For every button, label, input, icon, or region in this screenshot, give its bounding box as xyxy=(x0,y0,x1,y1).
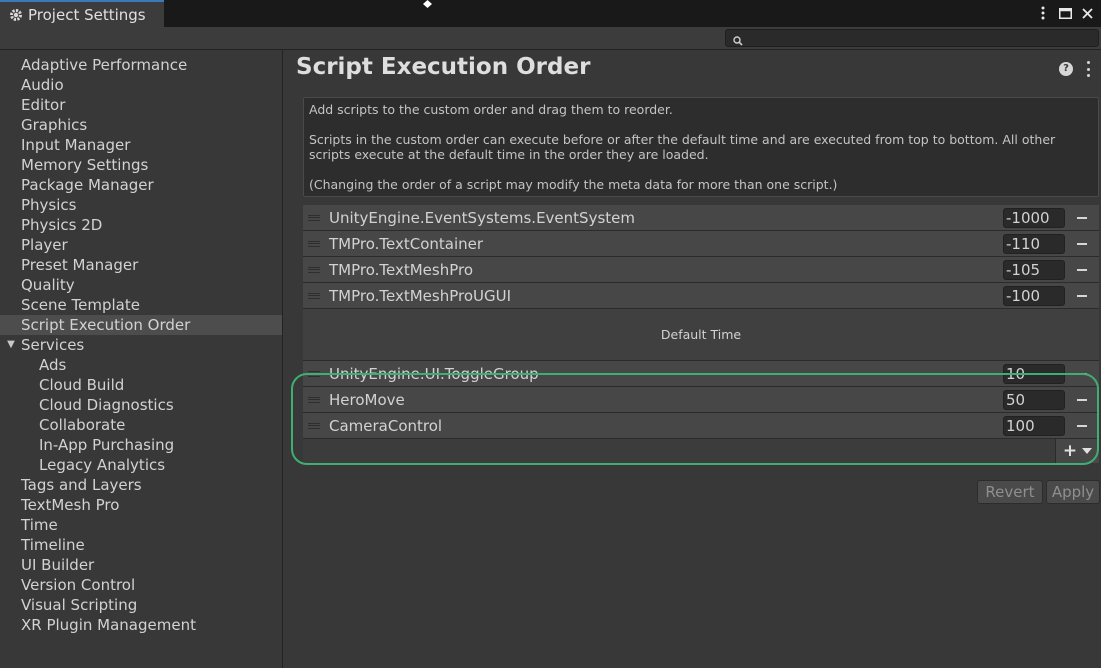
sidebar-item-quality[interactable]: Quality xyxy=(0,275,282,295)
order-field[interactable]: -110 xyxy=(1003,234,1065,254)
window-title: Project Settings xyxy=(28,5,146,24)
sidebar-item-script-execution-order[interactable]: Script Execution Order xyxy=(0,315,282,335)
sidebar-item-version-control[interactable]: Version Control xyxy=(0,575,282,595)
sidebar-item-label: Services xyxy=(21,336,85,354)
sidebar-item-legacy-analytics[interactable]: Legacy Analytics xyxy=(0,455,282,475)
drag-handle-icon[interactable] xyxy=(308,423,320,429)
help-text-line: Scripts in the custom order can execute … xyxy=(309,132,1056,162)
script-row[interactable]: TMPro.TextMeshPro -105 xyxy=(303,257,1099,283)
sidebar-item-cloud-diagnostics[interactable]: Cloud Diagnostics xyxy=(0,395,282,415)
script-name: TMPro.TextMeshProUGUI xyxy=(329,287,512,305)
sidebar-item-ui-builder[interactable]: UI Builder xyxy=(0,555,282,575)
script-name: TMPro.TextMeshPro xyxy=(329,261,474,279)
plus-icon: + xyxy=(1062,440,1078,461)
sidebar-item-physics[interactable]: Physics xyxy=(0,195,282,215)
list-footer: + xyxy=(303,439,1099,463)
order-field[interactable]: 50 xyxy=(1003,390,1065,410)
sidebar-item-adaptive-performance[interactable]: Adaptive Performance xyxy=(0,55,282,75)
sidebar-item-visual-scripting[interactable]: Visual Scripting xyxy=(0,595,282,615)
script-name: TMPro.TextContainer xyxy=(329,235,484,253)
sidebar-item-input-manager[interactable]: Input Manager xyxy=(0,135,282,155)
remove-icon[interactable] xyxy=(1075,283,1089,309)
help-icon[interactable]: ? xyxy=(1059,62,1073,76)
sidebar-item-time[interactable]: Time xyxy=(0,515,282,535)
sidebar-item-collaborate[interactable]: Collaborate xyxy=(0,415,282,435)
order-field[interactable]: -1000 xyxy=(1003,208,1065,228)
script-row[interactable]: TMPro.TextMeshProUGUI -100 xyxy=(303,283,1099,309)
window-tab[interactable]: Project Settings xyxy=(0,0,164,27)
sidebar-item-editor[interactable]: Editor xyxy=(0,95,282,115)
help-text-line: Add scripts to the custom order and drag… xyxy=(309,102,673,117)
script-row[interactable]: HeroMove 50 xyxy=(303,387,1099,413)
script-row[interactable]: TMPro.TextContainer -110 xyxy=(303,231,1099,257)
script-name: UnityEngine.UI.ToggleGroup xyxy=(329,365,539,383)
gear-icon xyxy=(8,7,24,23)
window-controls xyxy=(1035,3,1095,23)
kebab-menu-icon[interactable] xyxy=(1035,5,1051,21)
drag-handle-icon[interactable] xyxy=(308,397,320,403)
toolbar xyxy=(0,27,1101,50)
drag-handle-icon[interactable] xyxy=(308,267,320,273)
sidebar-item-services[interactable]: ▼ Services xyxy=(0,335,282,355)
script-row[interactable]: CameraControl 100 xyxy=(303,413,1099,439)
sidebar-item-timeline[interactable]: Timeline xyxy=(0,535,282,555)
sidebar-item-xr-plugin-management[interactable]: XR Plugin Management xyxy=(0,615,282,635)
default-time-row: Default Time xyxy=(303,309,1099,361)
sidebar-item-physics-2d[interactable]: Physics 2D xyxy=(0,215,282,235)
sidebar-item-ads[interactable]: Ads xyxy=(0,355,282,375)
sidebar-item-player[interactable]: Player xyxy=(0,235,282,255)
help-text-line: (Changing the order of a script may modi… xyxy=(309,177,838,192)
drag-handle-icon[interactable] xyxy=(308,293,320,299)
settings-sidebar: Adaptive Performance Audio Editor Graphi… xyxy=(0,50,283,668)
script-row[interactable]: UnityEngine.UI.ToggleGroup 10 xyxy=(303,361,1099,387)
search-icon xyxy=(732,32,744,46)
sidebar-item-graphics[interactable]: Graphics xyxy=(0,115,282,135)
sidebar-item-scene-template[interactable]: Scene Template xyxy=(0,295,282,315)
title-bar: Project Settings xyxy=(0,0,1101,27)
remove-icon[interactable] xyxy=(1075,413,1089,439)
order-field[interactable]: 100 xyxy=(1003,416,1065,436)
script-row[interactable]: UnityEngine.EventSystems.EventSystem -10… xyxy=(303,205,1099,231)
close-icon[interactable] xyxy=(1079,5,1095,21)
help-box: Add scripts to the custom order and drag… xyxy=(303,97,1099,197)
search-input[interactable] xyxy=(725,29,1099,47)
sidebar-item-in-app-purchasing[interactable]: In-App Purchasing xyxy=(0,435,282,455)
remove-icon[interactable] xyxy=(1075,257,1089,283)
drag-handle-icon[interactable] xyxy=(308,241,320,247)
drag-handle-icon[interactable] xyxy=(308,371,320,377)
remove-icon[interactable] xyxy=(1075,205,1089,231)
order-field[interactable]: -100 xyxy=(1003,286,1065,306)
main-panel: Script Execution Order ? Add scripts to … xyxy=(284,50,1101,668)
more-options-icon[interactable] xyxy=(1085,61,1091,77)
sidebar-item-textmesh-pro[interactable]: TextMesh Pro xyxy=(0,495,282,515)
apply-button[interactable]: Apply xyxy=(1046,480,1100,504)
sidebar-item-package-manager[interactable]: Package Manager xyxy=(0,175,282,195)
remove-icon[interactable] xyxy=(1075,231,1089,257)
order-field[interactable]: 10 xyxy=(1003,364,1065,384)
remove-icon[interactable] xyxy=(1075,387,1089,413)
sidebar-item-tags-and-layers[interactable]: Tags and Layers xyxy=(0,475,282,495)
expand-triangle-icon[interactable]: ▼ xyxy=(5,335,17,355)
remove-icon[interactable] xyxy=(1075,361,1089,387)
script-name: UnityEngine.EventSystems.EventSystem xyxy=(329,209,635,227)
drag-handle-icon[interactable] xyxy=(308,215,320,221)
sidebar-item-audio[interactable]: Audio xyxy=(0,75,282,95)
add-script-button[interactable]: + xyxy=(1055,439,1099,463)
order-field[interactable]: -105 xyxy=(1003,260,1065,280)
sidebar-item-cloud-build[interactable]: Cloud Build xyxy=(0,375,282,395)
sidebar-item-memory-settings[interactable]: Memory Settings xyxy=(0,155,282,175)
page-title: Script Execution Order xyxy=(296,54,591,80)
maximize-icon[interactable] xyxy=(1057,5,1073,21)
sidebar-item-preset-manager[interactable]: Preset Manager xyxy=(0,255,282,275)
script-name: HeroMove xyxy=(329,391,405,409)
revert-button[interactable]: Revert xyxy=(977,480,1043,504)
script-order-list: UnityEngine.EventSystems.EventSystem -10… xyxy=(303,205,1099,463)
script-name: CameraControl xyxy=(329,417,443,435)
cursor-icon xyxy=(423,0,432,8)
dropdown-caret-icon xyxy=(1082,448,1093,454)
